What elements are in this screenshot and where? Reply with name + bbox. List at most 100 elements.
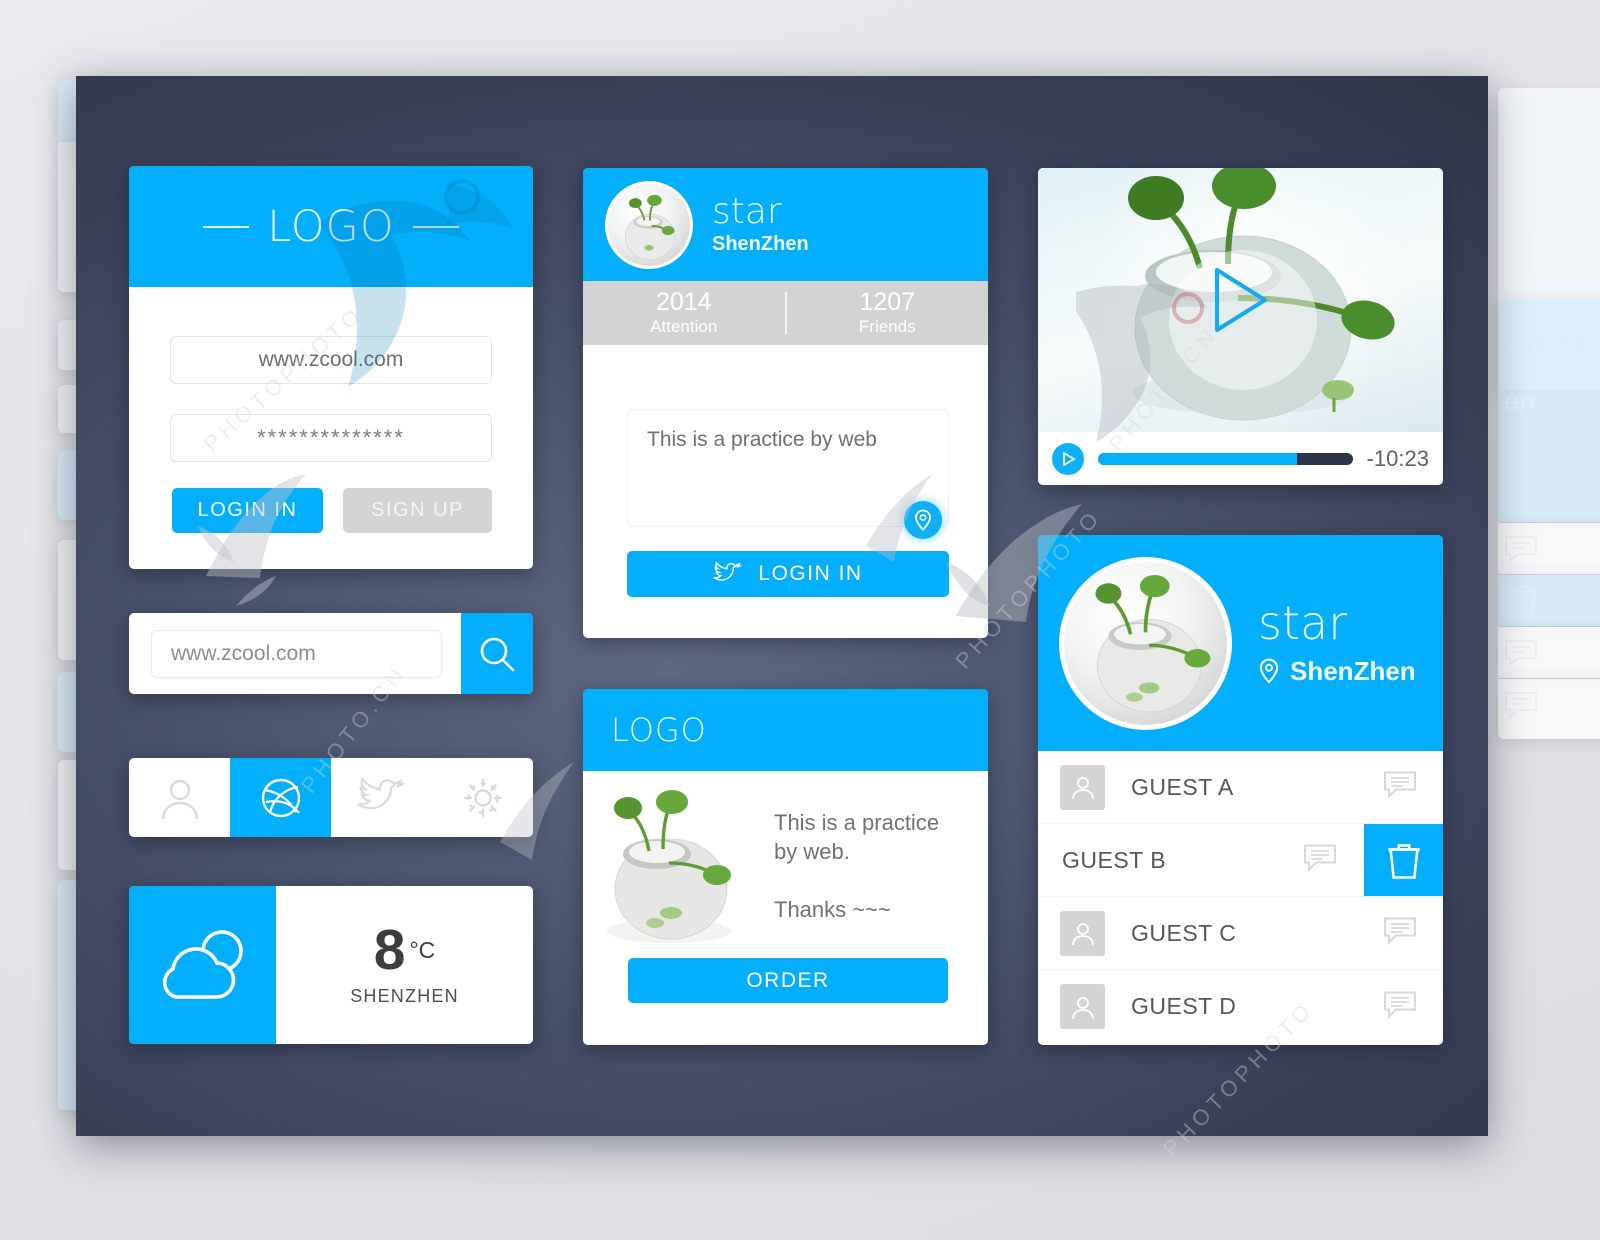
chat-bubble-icon (1304, 844, 1336, 872)
gear-icon (463, 778, 502, 817)
chat-button[interactable] (1303, 844, 1337, 877)
search-input-area: www.zcool.com (129, 613, 461, 694)
icon-tab-bar (129, 758, 533, 837)
post-user-location: ShenZhen (712, 233, 809, 256)
ghost-guest-row-c (1498, 627, 1600, 678)
order-line-1: This is a practice (774, 810, 940, 835)
signup-button[interactable]: SIGN UP (343, 488, 492, 533)
order-line-2: by web. (774, 838, 850, 864)
stat-friends-label: Friends (858, 316, 916, 336)
search-input[interactable]: www.zcool.com (151, 629, 442, 678)
plant-pot-avatar (1095, 574, 1211, 713)
play-icon (1062, 451, 1075, 466)
list-item[interactable]: GUEST B (1038, 824, 1443, 897)
order-card-body: This is a practice by web. Thanks ~~~ (583, 771, 988, 967)
twitter-icon (357, 776, 405, 809)
avatar (1060, 910, 1105, 956)
chat-button[interactable] (1383, 917, 1417, 950)
username-input[interactable]: www.zcool.com (170, 336, 492, 384)
video-progress-fill (1098, 452, 1297, 465)
chat-button[interactable] (1383, 771, 1417, 804)
search-bar-card: www.zcool.com (129, 613, 533, 694)
login-card: LOGO www.zcool.com ************** LOGIN … (129, 166, 533, 569)
avatar (605, 180, 693, 269)
login-card-header: LOGO (129, 166, 533, 287)
tab-settings[interactable] (432, 758, 533, 837)
chat-bubble-icon (1384, 917, 1416, 945)
trash-icon (1387, 844, 1420, 879)
list-item[interactable]: GUEST C (1038, 897, 1443, 970)
guest-card-identity: star ShenZhen (1258, 599, 1416, 686)
order-line-3: Thanks ~~~ (774, 897, 891, 923)
post-identity: star ShenZhen (712, 190, 809, 257)
user-icon (1071, 777, 1094, 800)
ghost-guest-row-b (1498, 575, 1600, 626)
avatar (1060, 764, 1105, 810)
tab-profile[interactable] (129, 758, 230, 837)
list-item[interactable]: GUEST D (1038, 970, 1443, 1043)
tab-dribbble[interactable] (230, 758, 331, 837)
temperature-unit: °C (409, 936, 436, 963)
weather-card: 8 °C SHENZHEN (129, 886, 533, 1044)
post-card: star ShenZhen 2014 Attention 1207 Friend… (583, 168, 988, 638)
post-user-name: star (712, 190, 782, 232)
design-canvas: LOGO www.zcool.com ************** LOGIN … (76, 76, 1488, 1161)
guest-card-user-name: star (1258, 596, 1348, 651)
add-location-button[interactable] (904, 501, 942, 539)
user-icon (1071, 996, 1094, 1019)
search-button[interactable] (461, 613, 533, 694)
guest-card-location-label: ShenZhen (1290, 655, 1416, 686)
play-button[interactable] (1052, 442, 1084, 475)
cloud-icon (162, 930, 243, 999)
weather-city: SHENZHEN (350, 986, 459, 1007)
location-pin-icon (915, 509, 931, 531)
logo-divider-left (203, 225, 250, 228)
tab-twitter[interactable] (331, 758, 432, 837)
order-description: This is a practice by web. Thanks ~~~ (768, 771, 988, 967)
weather-readout: 8 °C SHENZHEN (276, 886, 533, 1044)
list-item-label: GUEST D (1131, 993, 1237, 1019)
trash-icon (1507, 586, 1537, 617)
chat-bubble-icon (1384, 991, 1416, 1019)
chat-bubble-icon (1505, 536, 1537, 563)
avatar (1059, 556, 1232, 730)
chat-bubble-icon (1505, 640, 1537, 667)
order-card-header: LOGO (583, 689, 988, 771)
play-triangle-icon[interactable] (1209, 266, 1273, 334)
list-item[interactable]: GUEST A (1038, 751, 1443, 824)
stats-divider (784, 292, 787, 334)
post-stats-row: 2014 Attention 1207 Friends (583, 281, 988, 345)
order-logo-text: LOGO (611, 711, 707, 749)
plant-pot-photo (607, 790, 731, 943)
video-progress-bar[interactable] (1098, 452, 1353, 465)
chat-button[interactable] (1383, 990, 1417, 1023)
twitter-login-button[interactable]: LOGIN IN (627, 551, 949, 597)
stat-attention: 2014 Attention (583, 289, 785, 337)
password-input[interactable]: ************** (170, 414, 492, 462)
video-poster[interactable] (1038, 168, 1443, 432)
twitter-icon (713, 561, 743, 581)
delete-button[interactable] (1364, 824, 1443, 896)
order-button[interactable]: ORDER (628, 958, 948, 1003)
chat-bubble-icon (1384, 771, 1416, 799)
list-item-label: GUEST A (1131, 773, 1234, 800)
guest-card-header: star ShenZhen (1038, 535, 1443, 751)
search-icon (480, 637, 515, 671)
login-button[interactable]: LOGIN IN (172, 488, 323, 533)
avatar (1060, 984, 1105, 1029)
list-item-label: GUEST B (1062, 846, 1167, 873)
temperature-value: 8 (373, 917, 406, 982)
post-message-textarea[interactable]: This is a practice by web (627, 409, 949, 527)
video-player-card: -10:23 (1038, 168, 1443, 485)
user-icon (1071, 923, 1094, 946)
stat-friends-value: 1207 (859, 288, 916, 317)
twitter-login-label: LOGIN IN (758, 562, 863, 585)
stat-attention-value: 2014 (655, 288, 712, 317)
video-controls: -10:23 (1038, 432, 1443, 485)
video-time-remaining: -10:23 (1366, 445, 1429, 471)
ghost-guest-location: en (1504, 386, 1536, 416)
list-item-label: GUEST C (1131, 919, 1237, 946)
order-product-image (583, 771, 768, 967)
ghost-guest-row-a (1498, 523, 1600, 574)
logo-divider-right (412, 225, 459, 228)
